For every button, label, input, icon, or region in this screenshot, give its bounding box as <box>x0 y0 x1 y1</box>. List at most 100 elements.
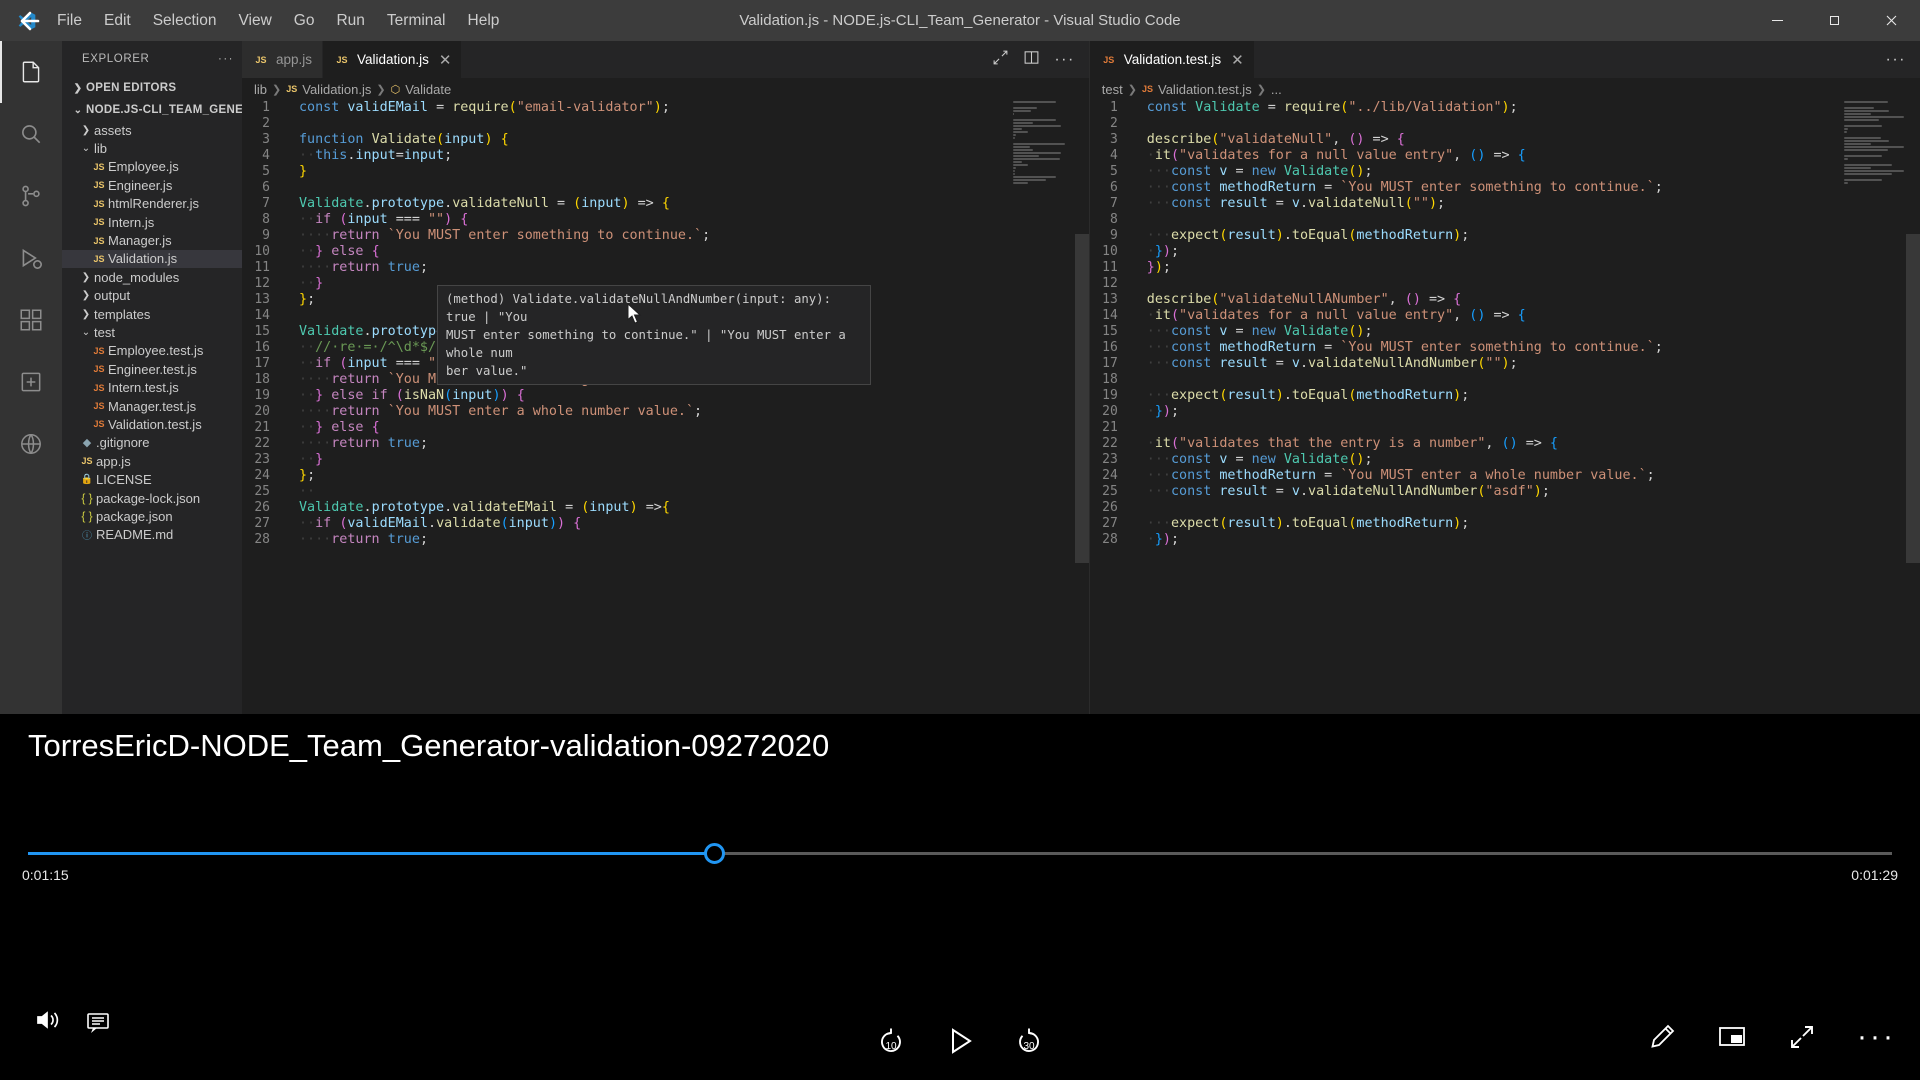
md-icon: ⓘ <box>82 531 92 543</box>
breadcrumb-symbol[interactable]: Validate <box>405 82 451 97</box>
play-button[interactable] <box>944 1025 976 1057</box>
tree-item-manager-js[interactable]: JS Manager.js <box>62 231 242 249</box>
breadcrumb-left[interactable]: lib ❯ JS Validation.js ❯ ⬡ Validate <box>242 78 1089 100</box>
tree-item--gitignore[interactable]: ◆ .gitignore <box>62 434 242 452</box>
video-total-time: 0:01:29 <box>1851 867 1898 883</box>
menu-help[interactable]: Help <box>457 0 511 41</box>
line-number: 18 <box>1102 372 1118 387</box>
line-number: 12 <box>1102 276 1118 291</box>
tree-item-package-lock-json[interactable]: { } package-lock.json <box>62 489 242 507</box>
line-number: 16 <box>1102 340 1118 355</box>
breadcrumb-folder[interactable]: lib <box>254 82 267 97</box>
tree-item-app-js[interactable]: JS app.js <box>62 452 242 470</box>
code-line: 14 ·it("validates for a null value entry"… <box>1090 308 1920 324</box>
menu-selection[interactable]: Selection <box>142 0 228 41</box>
breadcrumb-folder[interactable]: test <box>1102 82 1123 97</box>
close-button[interactable] <box>1863 0 1920 41</box>
chevron-right-icon: ❯ <box>81 124 91 136</box>
back-arrow-icon[interactable] <box>14 4 60 43</box>
breadcrumb-right[interactable]: test ❯ JS Validation.test.js ❯ ... <box>1090 78 1920 100</box>
menu-edit[interactable]: Edit <box>93 0 142 41</box>
open-editors-section[interactable]: ❯ OPEN EDITORS <box>62 77 242 99</box>
breadcrumb-file[interactable]: Validation.test.js <box>1158 82 1252 97</box>
sidebar-item-run-and-debug[interactable] <box>0 227 62 289</box>
sidebar-item-source-control[interactable] <box>0 165 62 227</box>
tree-item-engineer-js[interactable]: JS Engineer.js <box>62 176 242 194</box>
code-line: 6 <box>242 180 1089 196</box>
tree-item-htmlrenderer-js[interactable]: JS htmlRenderer.js <box>62 195 242 213</box>
sidebar-item-test[interactable] <box>0 351 62 413</box>
split-editor-icon[interactable] <box>992 49 1009 71</box>
restore-button[interactable] <box>1806 0 1863 41</box>
menu-bar[interactable]: File Edit Selection View Go Run Terminal… <box>46 0 510 41</box>
tab-app-js[interactable]: JS app.js <box>242 41 324 78</box>
more-actions-icon[interactable]: ··· <box>1886 51 1906 69</box>
tree-item-node-modules[interactable]: ❯ node_modules <box>62 268 242 286</box>
line-content: ···const v = new Validate(); <box>1146 452 1373 467</box>
tree-item-intern-js[interactable]: JS Intern.js <box>62 213 242 231</box>
sidebar-item-explorer[interactable] <box>0 41 62 103</box>
tree-item-manager-test-js[interactable]: JS Manager.test.js <box>62 397 242 415</box>
code-line: 28 ·}); <box>1090 532 1920 548</box>
tree-item-assets[interactable]: ❯ assets <box>62 121 242 139</box>
pencil-icon[interactable] <box>1647 1022 1677 1052</box>
rewind-10-button[interactable]: 10 <box>874 1024 908 1058</box>
line-content: ··this.input=input; <box>299 148 453 163</box>
more-actions-icon[interactable]: ··· <box>218 53 234 65</box>
project-root-section[interactable]: ⌄ NODE.JS-CLI_TEAM_GENERATOR <box>62 99 242 121</box>
line-number: 22 <box>254 436 270 451</box>
more-options-icon[interactable]: ··· <box>1857 1022 1896 1052</box>
video-player-overlay: TorresEricD-NODE_Team_Generator-validati… <box>0 714 1920 1080</box>
scrollbar-thumb[interactable] <box>1906 234 1920 563</box>
sidebar-item-extensions[interactable] <box>0 289 62 351</box>
minimize-button[interactable] <box>1749 0 1806 41</box>
tree-item-validation-test-js[interactable]: JS Validation.test.js <box>62 415 242 433</box>
progress-knob[interactable] <box>703 843 725 864</box>
file-tree[interactable]: ❯ assets ⌄ lib JS Employee.js JS Engineer.js JS h… <box>62 121 242 544</box>
forward-30-button[interactable]: 30 <box>1012 1024 1046 1058</box>
breadcrumb-file[interactable]: Validation.js <box>302 82 371 97</box>
line-number: 8 <box>1109 212 1118 227</box>
tree-item-validation-js[interactable]: JS Validation.js <box>62 249 242 269</box>
line-content: ··} <box>299 276 324 291</box>
line-number: 19 <box>1102 388 1118 403</box>
sidebar-item-search[interactable] <box>0 103 62 165</box>
picture-in-picture-icon[interactable] <box>1717 1024 1747 1050</box>
tree-item-intern-test-js[interactable]: JS Intern.test.js <box>62 378 242 396</box>
layout-icon[interactable] <box>1023 49 1040 71</box>
menu-terminal[interactable]: Terminal <box>376 0 457 41</box>
scrollbar-thumb[interactable] <box>1074 234 1089 563</box>
menu-run[interactable]: Run <box>325 0 375 41</box>
tree-item-label: Intern.test.js <box>108 380 179 396</box>
tree-item-package-json[interactable]: { } package.json <box>62 507 242 525</box>
close-icon[interactable]: ✕ <box>1231 51 1244 69</box>
tree-item-label: node_modules <box>94 269 180 285</box>
menu-go[interactable]: Go <box>283 0 326 41</box>
tab-validation-js[interactable]: JS Validation.js ✕ <box>323 41 463 78</box>
tab-validation-test-js[interactable]: JS Validation.test.js ✕ <box>1089 41 1255 78</box>
breadcrumb-symbol[interactable]: ... <box>1271 82 1282 97</box>
video-right-controls: ··· <box>1647 1022 1896 1052</box>
video-progress-bar[interactable] <box>28 843 1892 864</box>
tree-item-templates[interactable]: ❯ templates <box>62 305 242 323</box>
tree-item-label: Engineer.js <box>108 177 173 193</box>
sidebar-item-live-share[interactable] <box>0 413 62 475</box>
line-content: ··//·re·=·/^\d*$/; <box>299 340 445 355</box>
js-icon: JS <box>336 54 348 65</box>
tree-item-employee-js[interactable]: JS Employee.js <box>62 158 242 176</box>
code-line: 25 ···const result = v.validateNullAndNum… <box>1090 484 1920 500</box>
line-number: 9 <box>262 228 270 243</box>
tree-item-label: app.js <box>96 453 131 469</box>
tree-item-test[interactable]: ⌄ test <box>62 323 242 341</box>
menu-view[interactable]: View <box>227 0 282 41</box>
tree-item-lib[interactable]: ⌄ lib <box>62 139 242 157</box>
tree-item-employee-test-js[interactable]: JS Employee.test.js <box>62 342 242 360</box>
tree-item-license[interactable]: 🔒 LICENSE <box>62 470 242 488</box>
fullscreen-icon[interactable] <box>1787 1022 1817 1052</box>
jstest-icon: JS <box>93 419 105 430</box>
tree-item-readme-md[interactable]: ⓘ README.md <box>62 526 242 544</box>
tree-item-engineer-test-js[interactable]: JS Engineer.test.js <box>62 360 242 378</box>
more-actions-icon[interactable]: ··· <box>1054 51 1074 69</box>
tree-item-output[interactable]: ❯ output <box>62 287 242 305</box>
close-icon[interactable]: ✕ <box>439 51 452 69</box>
